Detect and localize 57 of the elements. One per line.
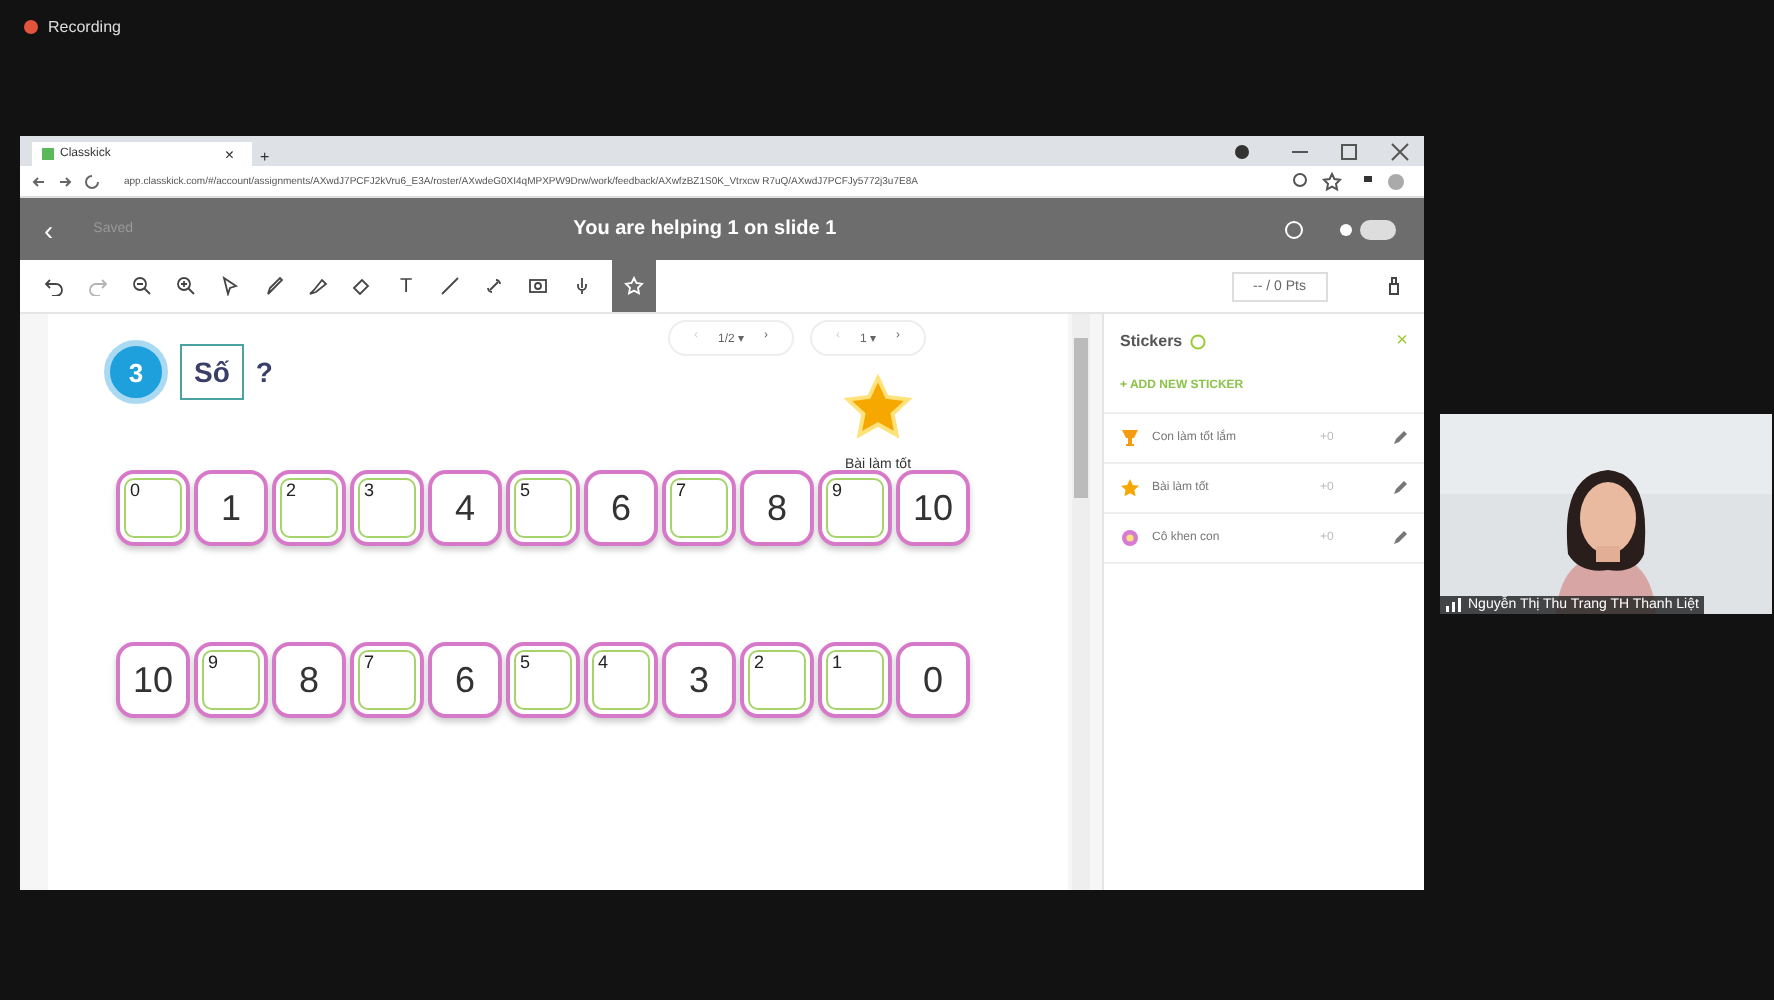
edit-icon[interactable] [1392, 480, 1408, 496]
answer-box[interactable]: 1 [818, 642, 892, 718]
edit-icon[interactable] [1392, 430, 1408, 446]
scrollbar-thumb[interactable] [1074, 338, 1088, 498]
number-tile: 8 [272, 642, 346, 718]
exercise-word: Số [180, 344, 244, 400]
answer-box[interactable]: 9 [818, 470, 892, 546]
flower-icon [1120, 528, 1140, 548]
sticker-tool[interactable] [612, 260, 656, 312]
number-tile: 1 [194, 470, 268, 546]
edit-icon[interactable] [1392, 530, 1408, 546]
answer-box[interactable]: 0 [116, 470, 190, 546]
slide-title: You are helping 1 on slide 1 [573, 218, 839, 240]
header-controls-icon[interactable] [1280, 215, 1400, 243]
mic-icon [572, 276, 592, 296]
star-icon [1120, 478, 1140, 498]
panel-title: Stickers [1120, 332, 1183, 350]
answer-box[interactable]: 5 [506, 470, 580, 546]
number-tile: 10 [116, 642, 190, 718]
close-tab-button[interactable]: × [216, 145, 242, 163]
number-tile: 0 [896, 642, 970, 718]
number-tile: 6 [428, 642, 502, 718]
number-tile: 3 [662, 642, 736, 718]
recording-label: Recording [48, 18, 121, 36]
zoom-in-icon [176, 276, 196, 296]
redo-icon [88, 276, 108, 296]
text-tool[interactable]: T [392, 260, 420, 312]
camera-icon [528, 276, 548, 296]
answer-box[interactable]: 7 [350, 642, 424, 718]
answer-box[interactable]: 5 [506, 642, 580, 718]
answer-box[interactable]: 7 [662, 470, 736, 546]
number-tile: 6 [584, 470, 658, 546]
exercise-number: 3 [104, 340, 168, 404]
number-tile: 8 [740, 470, 814, 546]
trophy-icon [1120, 428, 1140, 448]
eraser-icon [352, 276, 372, 296]
line-icon [440, 276, 460, 296]
answer-box[interactable]: 2 [740, 642, 814, 718]
back-button[interactable]: ‹ [44, 213, 54, 245]
window-controls-icon[interactable] [1232, 141, 1412, 161]
question-mark: ? [255, 356, 273, 388]
new-tab-button[interactable]: + [252, 148, 278, 166]
number-tile: 10 [896, 470, 970, 546]
undo-icon [44, 276, 64, 296]
favicon-icon [42, 148, 54, 160]
number-tile: 4 [428, 470, 502, 546]
pen-icon [264, 276, 284, 296]
star-sticker-icon [844, 374, 912, 442]
answer-box[interactable]: 2 [272, 470, 346, 546]
zoom-out-icon [132, 276, 152, 296]
answer-box[interactable]: 9 [194, 642, 268, 718]
answer-box[interactable]: 3 [350, 470, 424, 546]
signal-icon [1446, 598, 1462, 612]
answer-box[interactable]: 4 [584, 642, 658, 718]
sticker-icon [624, 276, 644, 296]
pointer-icon [220, 276, 240, 296]
highlighter-icon [308, 276, 328, 296]
